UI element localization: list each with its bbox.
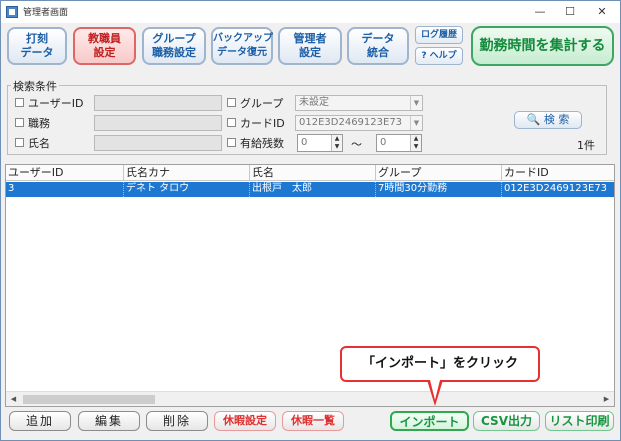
leave-settings-button[interactable]: 休暇設定 bbox=[214, 411, 276, 431]
horizontal-scrollbar[interactable]: ◀ ▶ bbox=[6, 391, 614, 406]
cell-user-id: 3 bbox=[6, 182, 124, 197]
paid-leave-to-spinner[interactable]: 0 ▲ ▼ bbox=[376, 134, 422, 152]
grid-header: ユーザーID 氏名カナ 氏名 グループ カードID bbox=[6, 165, 614, 181]
minimize-icon[interactable]: — bbox=[525, 1, 555, 23]
card-id-checkbox[interactable] bbox=[227, 118, 236, 127]
group-select[interactable]: 未設定 ▼ bbox=[295, 95, 423, 111]
job-input[interactable] bbox=[94, 115, 222, 131]
column-name[interactable]: 氏名 bbox=[250, 165, 376, 181]
cell-name-kana: デネト タロウ bbox=[124, 182, 250, 197]
name-checkbox[interactable] bbox=[15, 138, 24, 147]
list-print-button[interactable]: リスト印刷 bbox=[545, 411, 614, 431]
spinner-arrows-icon[interactable]: ▲ ▼ bbox=[331, 135, 342, 151]
result-count: 1件 bbox=[577, 139, 595, 152]
range-separator: 〜 bbox=[351, 138, 362, 151]
group-select-value: 未設定 bbox=[299, 97, 329, 108]
scroll-left-icon[interactable]: ◀ bbox=[6, 392, 21, 406]
user-id-input[interactable] bbox=[94, 95, 222, 111]
csv-export-button[interactable]: CSV出力 bbox=[473, 411, 540, 431]
search-icon: 🔍 bbox=[526, 113, 541, 126]
title-bar: 管理者画面 — ☐ ✕ bbox=[1, 1, 620, 23]
group-label: グループ bbox=[240, 97, 284, 110]
job-label: 職務 bbox=[28, 117, 50, 130]
window-title: 管理者画面 bbox=[23, 8, 69, 18]
group-checkbox[interactable] bbox=[227, 98, 236, 107]
card-id-select[interactable]: 012E3D2469123E73 ▼ bbox=[295, 115, 423, 131]
punch-data-button[interactable]: 打刻 データ bbox=[7, 27, 67, 65]
admin-settings-button[interactable]: 管理者 設定 bbox=[278, 27, 342, 65]
job-checkbox[interactable] bbox=[15, 118, 24, 127]
add-button[interactable]: 追加 bbox=[9, 411, 71, 431]
edit-button[interactable]: 編集 bbox=[78, 411, 140, 431]
backup-restore-button[interactable]: バックアップ データ復元 bbox=[211, 27, 273, 65]
search-button[interactable]: 🔍 検 索 bbox=[514, 111, 582, 129]
scrollbar-thumb[interactable] bbox=[23, 395, 155, 404]
column-name-kana[interactable]: 氏名カナ bbox=[124, 165, 250, 181]
instruction-callout: 「インポート」をクリック bbox=[340, 346, 540, 382]
name-label: 氏名 bbox=[28, 137, 50, 150]
data-merge-button[interactable]: データ 統合 bbox=[347, 27, 409, 65]
column-user-id[interactable]: ユーザーID bbox=[6, 165, 124, 181]
staff-settings-button[interactable]: 教職員 設定 bbox=[73, 27, 136, 65]
import-button[interactable]: インポート bbox=[390, 411, 469, 431]
column-card-id[interactable]: カードID bbox=[502, 165, 614, 181]
chevron-down-icon: ▼ bbox=[410, 116, 422, 130]
cell-card-id: 012E3D2469123E73 bbox=[502, 182, 614, 197]
callout-arrow-inner bbox=[430, 380, 440, 400]
paid-leave-to-value: 0 bbox=[380, 137, 387, 148]
table-row[interactable]: 3 デネト タロウ 出根戸 太郎 7時間30分勤務 012E3D2469123E… bbox=[6, 182, 614, 197]
scroll-right-icon[interactable]: ▶ bbox=[599, 392, 614, 406]
paid-leave-from-value: 0 bbox=[301, 137, 308, 148]
column-group[interactable]: グループ bbox=[376, 165, 502, 181]
cell-group: 7時間30分勤務 bbox=[376, 182, 502, 197]
paid-leave-checkbox[interactable] bbox=[227, 138, 236, 147]
close-icon[interactable]: ✕ bbox=[587, 1, 617, 23]
spinner-arrows-icon[interactable]: ▲ ▼ bbox=[410, 135, 421, 151]
user-id-checkbox[interactable] bbox=[15, 98, 24, 107]
paid-leave-label: 有給残数 bbox=[240, 137, 284, 150]
app-icon bbox=[6, 6, 18, 18]
paid-leave-from-spinner[interactable]: 0 ▲ ▼ bbox=[297, 134, 343, 152]
search-legend: 検索条件 bbox=[11, 78, 59, 94]
card-id-label: カードID bbox=[240, 117, 285, 130]
group-job-settings-button[interactable]: グループ 職務設定 bbox=[142, 27, 206, 65]
log-history-button[interactable]: ログ履歴 bbox=[415, 26, 463, 44]
name-input[interactable] bbox=[94, 135, 222, 151]
leave-list-button[interactable]: 休暇一覧 bbox=[282, 411, 344, 431]
help-button[interactable]: ? ヘルプ bbox=[415, 47, 463, 65]
admin-window: 管理者画面 — ☐ ✕ 打刻 データ 教職員 設定 グループ 職務設定 バックア… bbox=[0, 0, 621, 441]
cell-name: 出根戸 太郎 bbox=[250, 182, 376, 197]
maximize-icon[interactable]: ☐ bbox=[555, 1, 585, 23]
aggregate-hours-button[interactable]: 勤務時間を集計する bbox=[471, 26, 614, 66]
chevron-down-icon: ▼ bbox=[410, 96, 422, 110]
card-id-select-value: 012E3D2469123E73 bbox=[299, 117, 403, 128]
user-id-label: ユーザーID bbox=[28, 97, 84, 110]
delete-button[interactable]: 削除 bbox=[146, 411, 208, 431]
